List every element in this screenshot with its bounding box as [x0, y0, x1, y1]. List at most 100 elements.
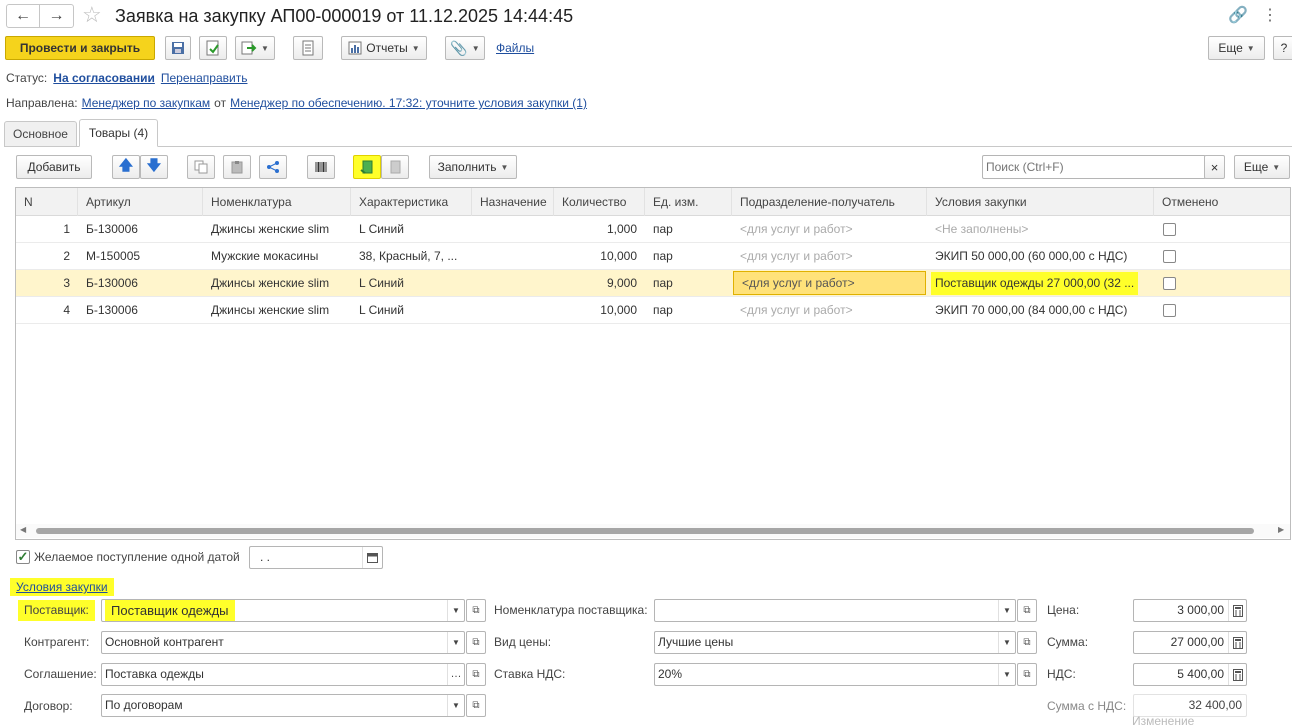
- create-based-on-button[interactable]: ▼: [235, 36, 275, 60]
- copy-row-button[interactable]: [187, 155, 215, 179]
- chevron-down-icon[interactable]: ▼: [998, 632, 1015, 653]
- canceled-checkbox[interactable]: [1163, 277, 1176, 290]
- cell-characteristic: L Синий: [359, 222, 404, 236]
- back-arrow-icon[interactable]: ←: [7, 5, 41, 27]
- chevron-down-icon[interactable]: ▼: [998, 664, 1015, 685]
- table-row[interactable]: 4 Б-130006 Джинсы женские slim L Синий 1…: [16, 297, 1290, 324]
- tab-main[interactable]: Основное: [4, 121, 77, 146]
- search-input[interactable]: [982, 155, 1206, 179]
- chevron-down-icon[interactable]: ▼: [447, 695, 464, 716]
- vat-field[interactable]: 5 400,00: [1133, 663, 1247, 686]
- sum-with-vat-label: Сумма с НДС:: [1047, 699, 1127, 713]
- post-button[interactable]: [199, 36, 227, 60]
- col-header-characteristic[interactable]: Характеристика: [351, 188, 472, 216]
- conditions-section-link[interactable]: Условия закупки: [10, 578, 114, 596]
- canceled-checkbox[interactable]: [1163, 304, 1176, 317]
- reports-button[interactable]: Отчеты ▼: [341, 36, 427, 60]
- help-button[interactable]: ?: [1273, 36, 1292, 60]
- calendar-icon[interactable]: [362, 547, 382, 568]
- desired-date-checkbox[interactable]: ✓: [16, 550, 30, 564]
- cell-unit: пар: [653, 249, 673, 263]
- post-and-close-button[interactable]: Провести и закрыть: [5, 36, 155, 60]
- canceled-checkbox[interactable]: [1163, 250, 1176, 263]
- col-header-qty[interactable]: Количество: [554, 188, 645, 216]
- save-button[interactable]: [165, 36, 191, 60]
- move-up-button[interactable]: 🡅: [112, 155, 140, 179]
- chevron-down-icon[interactable]: ▼: [447, 632, 464, 653]
- document-journal-button[interactable]: [293, 36, 323, 60]
- barcode-button[interactable]: [307, 155, 335, 179]
- move-down-button[interactable]: 🡇: [140, 155, 168, 179]
- col-header-purpose[interactable]: Назначение: [472, 188, 554, 216]
- calculator-icon[interactable]: [1228, 664, 1246, 685]
- contract-value: По договорам: [105, 698, 183, 712]
- clear-search-button[interactable]: ×: [1204, 155, 1225, 179]
- price-type-field[interactable]: Лучшие цены ▼: [654, 631, 1016, 654]
- open-vat-rate-button[interactable]: ⧉: [1017, 663, 1037, 686]
- vat-rate-field[interactable]: 20% ▼: [654, 663, 1016, 686]
- col-header-n[interactable]: N: [16, 188, 78, 216]
- col-header-conditions[interactable]: Условия закупки: [927, 188, 1154, 216]
- open-supplier-button[interactable]: ⧉: [466, 599, 486, 622]
- paste-button[interactable]: [223, 155, 251, 179]
- cell-department: <для услуг и работ>: [740, 222, 853, 236]
- supplier-nomenclature-field[interactable]: ▼: [654, 599, 1016, 622]
- tab-goods[interactable]: Товары (4): [79, 119, 158, 147]
- price-field[interactable]: 3 000,00: [1133, 599, 1247, 622]
- sum-field[interactable]: 27 000,00: [1133, 631, 1247, 654]
- cell-characteristic: 38, Красный, 7, ...: [359, 249, 458, 263]
- open-agreement-button[interactable]: ⧉: [466, 663, 486, 686]
- attach-button[interactable]: 📎 ▼: [445, 36, 485, 60]
- add-row-button[interactable]: Добавить: [16, 155, 92, 179]
- cell-article: Б-130006: [86, 276, 138, 290]
- col-header-nomenclature[interactable]: Номенклатура: [203, 188, 351, 216]
- link-icon[interactable]: 🔗: [1228, 5, 1248, 25]
- change-label: Изменение: [1132, 714, 1195, 728]
- favorite-star-icon[interactable]: ☆: [82, 3, 102, 27]
- ellipsis-icon[interactable]: …: [447, 664, 464, 685]
- table-row[interactable]: 2 М-150005 Мужские мокасины 38, Красный,…: [16, 243, 1290, 270]
- fill-button[interactable]: Заполнить ▼: [429, 155, 517, 179]
- cell-department-focused[interactable]: <для услуг и работ>: [733, 271, 926, 295]
- split-row-button[interactable]: [259, 155, 287, 179]
- calculator-icon[interactable]: [1228, 632, 1246, 653]
- table-row[interactable]: 1 Б-130006 Джинсы женские slim L Синий 1…: [16, 216, 1290, 243]
- counterparty-field[interactable]: Основной контрагент ▼: [101, 631, 465, 654]
- agreement-field[interactable]: Поставка одежды …: [101, 663, 465, 686]
- calculator-icon[interactable]: [1228, 600, 1246, 621]
- directed-to-link[interactable]: Менеджер по закупкам: [82, 96, 211, 110]
- open-icon: ⧉: [472, 669, 480, 680]
- col-header-article[interactable]: Артикул: [78, 188, 203, 216]
- table-more-button[interactable]: Еще ▼: [1234, 155, 1290, 179]
- open-price-type-button[interactable]: ⧉: [1017, 631, 1037, 654]
- open-counterparty-button[interactable]: ⧉: [466, 631, 486, 654]
- canceled-checkbox[interactable]: [1163, 223, 1176, 236]
- contract-field[interactable]: По договорам ▼: [101, 694, 465, 717]
- more-vertical-icon[interactable]: ⋮: [1262, 5, 1278, 25]
- scrollbar-thumb[interactable]: [36, 528, 1254, 534]
- files-link[interactable]: Файлы: [496, 41, 534, 55]
- scroll-left-icon[interactable]: ◀: [20, 525, 26, 534]
- cell-nomenclature: Мужские мокасины: [211, 249, 319, 263]
- cell-nomenclature: Джинсы женские slim: [211, 276, 330, 290]
- horizontal-scrollbar[interactable]: ◀ ▶: [16, 524, 1290, 538]
- window-more-button[interactable]: Еще ▼: [1208, 36, 1265, 60]
- open-supplier-nomenclature-button[interactable]: ⧉: [1017, 599, 1037, 622]
- status-value-link[interactable]: На согласовании: [53, 71, 155, 85]
- open-icon: ⧉: [472, 605, 480, 616]
- chevron-down-icon[interactable]: ▼: [998, 600, 1015, 621]
- table-row-selected[interactable]: 3 Б-130006 Джинсы женские slim L Синий 9…: [16, 270, 1290, 297]
- chevron-down-icon[interactable]: ▼: [447, 600, 464, 621]
- directed-from-link[interactable]: Менеджер по обеспечению. 17:32: уточните…: [230, 96, 587, 110]
- conditions-selection-button[interactable]: [353, 155, 381, 179]
- forward-arrow-icon[interactable]: →: [40, 5, 73, 27]
- col-header-department[interactable]: Подразделение-получатель: [732, 188, 927, 216]
- col-header-unit[interactable]: Ед. изм.: [645, 188, 732, 216]
- col-header-canceled[interactable]: Отменено: [1154, 188, 1290, 216]
- desired-date-input[interactable]: . .: [249, 546, 383, 569]
- supplier-field[interactable]: Поставщик одежды ▼: [101, 599, 465, 622]
- scroll-right-icon[interactable]: ▶: [1278, 525, 1284, 534]
- open-contract-button[interactable]: ⧉: [466, 694, 486, 717]
- conditions-clear-button[interactable]: [381, 155, 409, 179]
- redirect-link[interactable]: Перенаправить: [161, 71, 248, 85]
